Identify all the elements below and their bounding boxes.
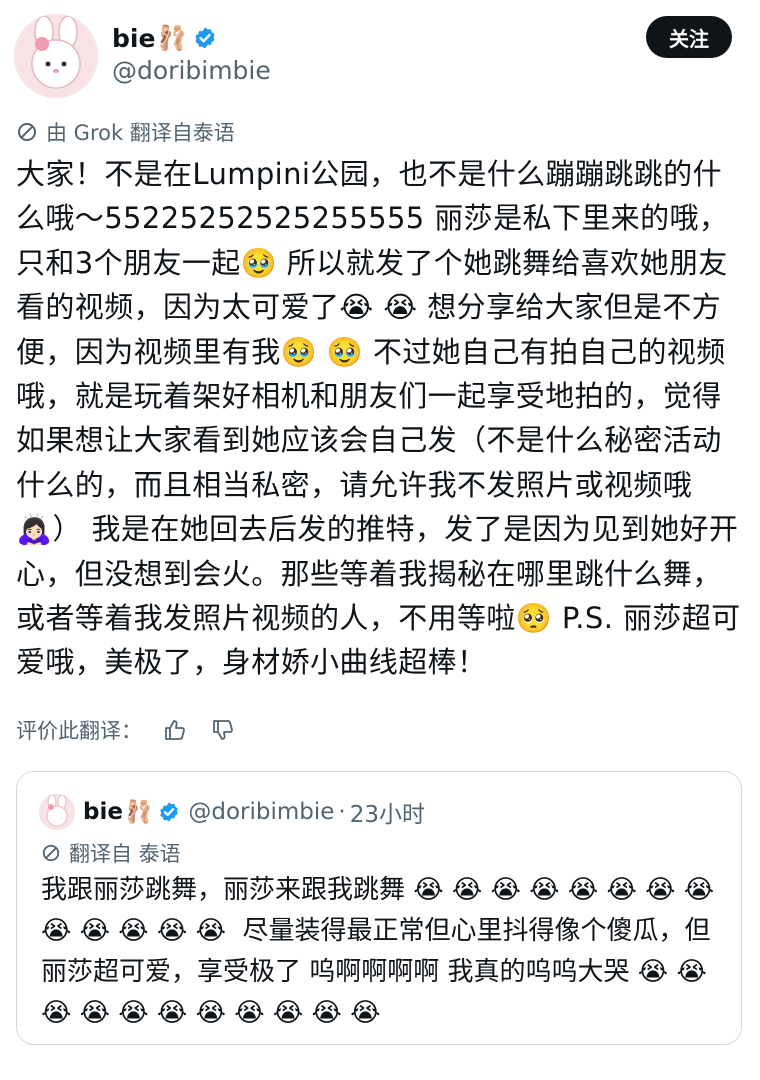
quoted-translation-note[interactable]: 翻译自 泰语 [41, 838, 181, 868]
thumbs-down-button[interactable] [208, 715, 238, 745]
ballet-shoes-emoji: 🩰 [157, 24, 188, 52]
quoted-author-avatar [39, 794, 75, 830]
quoted-author-display-name: bie [83, 799, 123, 825]
thumbs-up-icon [165, 720, 185, 740]
quoted-ballet-shoes-emoji: 🩰 [124, 799, 153, 825]
translation-note-text: 由 Grok 翻译自泰语 [46, 121, 235, 145]
rate-translation-label: 评价此翻译： [16, 719, 142, 743]
author-handle[interactable]: @doribimbie [112, 56, 271, 85]
quoted-post-text: 我跟丽莎跳舞，丽莎来跟我跳舞 😭 😭 😭 😭 😭 😭 😭 😭 😭 😭 😭 😭 😭… [41, 875, 723, 1028]
post-header: bie 🩰 @doribimbie 关注 [0, 0, 760, 110]
rate-translation-row: 评价此翻译： [16, 712, 238, 748]
author-name-row[interactable]: bie 🩰 [112, 20, 217, 56]
translate-icon [18, 123, 36, 141]
post-body-text: 大家！不是在Lumpini公园，也不是什么蹦蹦跳跳的什么哦～5522525252… [16, 157, 741, 680]
quoted-post-header: bie 🩰 @doribimbie · 23小时 [39, 792, 425, 832]
quoted-separator-dot: · [338, 799, 346, 825]
quoted-verified-badge-icon [160, 802, 179, 822]
quoted-author-handle: @doribimbie [188, 799, 335, 825]
quoted-translate-icon [42, 844, 60, 862]
quoted-translation-note-text: 翻译自 泰语 [69, 842, 181, 866]
follow-button[interactable]: 关注 [646, 16, 732, 58]
author-avatar[interactable] [14, 14, 98, 98]
verified-badge-icon [195, 27, 215, 49]
author-display-name[interactable]: bie [112, 24, 155, 53]
thumbs-down-icon [213, 720, 233, 740]
translation-note[interactable]: 由 Grok 翻译自泰语 [16, 116, 235, 148]
thumbs-up-button[interactable] [160, 715, 190, 745]
quoted-post-card[interactable]: bie 🩰 @doribimbie · 23小时 翻译自 泰语 我跟丽莎跳舞，丽… [16, 771, 742, 1045]
quoted-post-time: 23小时 [349, 802, 426, 828]
